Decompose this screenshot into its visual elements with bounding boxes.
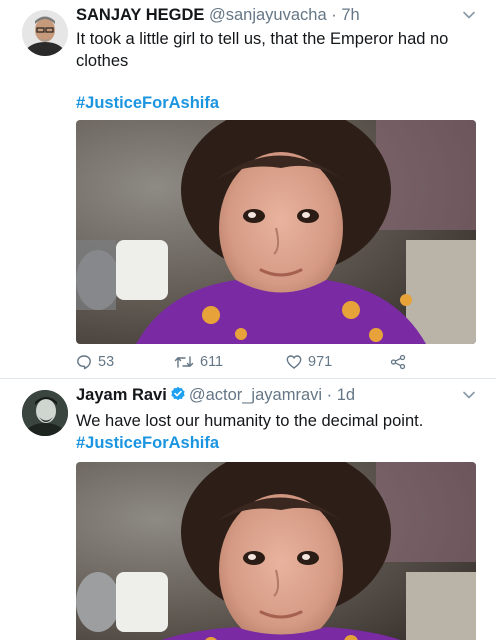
timestamp[interactable]: 1d [337,386,355,404]
separator-dot: · [326,6,342,24]
reply-count: 53 [98,354,115,370]
chevron-down-icon[interactable] [462,388,476,402]
author-name[interactable]: Jayam Ravi [76,386,167,404]
like-button[interactable]: 971 [286,352,332,372]
girl-portrait-photo [76,462,476,640]
timestamp[interactable]: 7h [341,6,359,24]
tweet-photo[interactable] [76,120,476,344]
tweet-card[interactable]: SANJAY HEGDE @sanjayuvacha · 7h It took … [0,0,496,379]
tweet-header: SANJAY HEGDE @sanjayuvacha · 7h [76,4,456,26]
hashtag-link[interactable]: #JusticeForAshifa [76,432,219,454]
reply-button[interactable]: 53 [76,352,114,372]
speech-bubble-icon [77,355,91,370]
tweet-actions: 53 611 971 [76,352,416,372]
author-name[interactable]: SANJAY HEGDE [76,6,204,24]
girl-portrait-photo [76,120,476,344]
share-button[interactable] [390,352,406,372]
avatar-photo [22,390,68,436]
chevron-down-icon[interactable] [462,8,476,22]
tweet-card[interactable]: Jayam Ravi @actor_jayamravi · 1d We have… [0,380,496,640]
tweet-header: Jayam Ravi @actor_jayamravi · 1d [76,384,456,406]
avatar[interactable] [22,10,68,56]
hashtag-link[interactable]: #JusticeForAshifa [76,92,219,114]
author-handle[interactable]: @actor_jayamravi [189,386,322,404]
share-nodes-icon [390,354,406,370]
retweet-count: 611 [200,354,224,370]
verified-badge-icon [171,386,185,401]
like-count: 971 [308,354,333,370]
avatar[interactable] [22,390,68,436]
avatar-photo [22,10,68,56]
tweet-text: We have lost our humanity to the decimal… [76,412,424,430]
retweet-arrows-icon [174,356,194,368]
author-handle[interactable]: @sanjayuvacha [209,6,327,24]
heart-icon [286,355,302,369]
tweet-text: It took a little girl to tell us, that t… [76,30,449,70]
tweet-photo[interactable] [76,462,476,640]
separator-dot: · [322,386,337,404]
retweet-button[interactable]: 611 [174,352,223,372]
